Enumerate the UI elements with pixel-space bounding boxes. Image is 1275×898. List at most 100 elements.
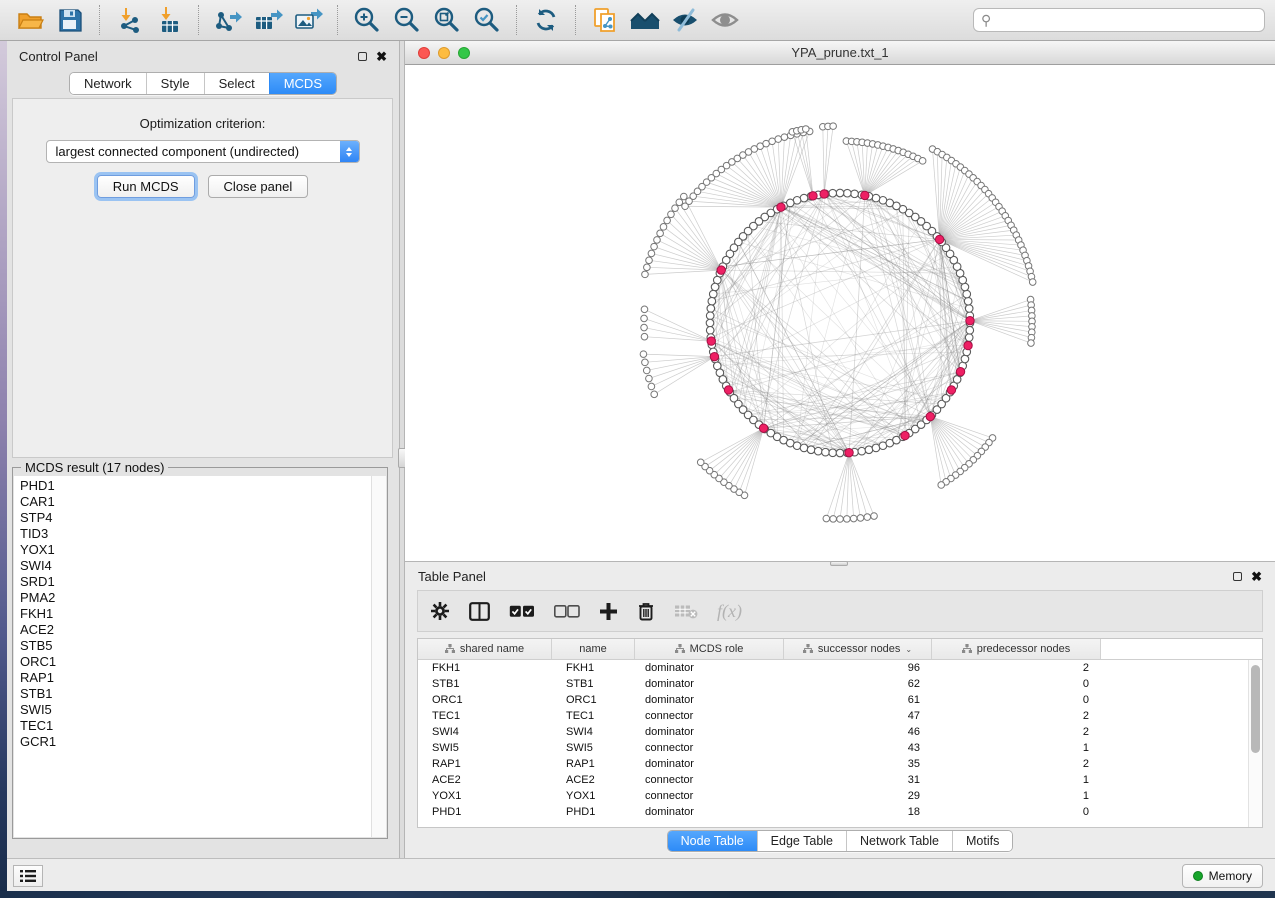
delete-column-icon[interactable] [637,601,655,621]
export-table-icon[interactable] [248,3,288,37]
column-header-MCDS-role[interactable]: MCDS role [635,639,784,659]
copy-share-network-icon[interactable] [585,3,625,37]
optimization-criterion-label: Optimization criterion: [13,116,392,131]
table-row[interactable]: RAP1RAP1dominator352 [418,756,1262,772]
select-all-checkboxes-icon[interactable] [509,605,535,618]
table-cell: 1 [932,772,1101,788]
zoom-out-icon[interactable] [387,3,427,37]
add-column-icon[interactable] [599,602,618,621]
tab-mcds[interactable]: MCDS [269,73,336,94]
mcds-node-item[interactable]: RAP1 [20,670,371,686]
status-bar: Memory [7,858,1275,891]
table-panel: Table Panel ✖ f(x) shared namenameMCD [405,561,1275,858]
close-table-panel-icon[interactable]: ✖ [1251,570,1262,583]
search-input[interactable] [973,8,1265,32]
column-header-successor-nodes[interactable]: successor nodes⌄ [784,639,932,659]
tab-network[interactable]: Network [70,73,146,94]
mcds-node-item[interactable]: SWI5 [20,702,371,718]
table-cell: SWI4 [552,724,635,740]
open-file-icon[interactable] [10,3,50,37]
mcds-node-item[interactable]: STB5 [20,638,371,654]
split-pane-icon[interactable] [469,602,490,621]
table-row[interactable]: PHD1PHD1dominator180 [418,804,1262,820]
show-panels-list-button[interactable] [13,865,43,887]
table-cell: 0 [932,676,1101,692]
mcds-tab-content: Optimization criterion: largest connecte… [12,98,393,458]
deselect-all-checkboxes-icon[interactable] [554,605,580,618]
table-cell: connector [635,740,784,756]
mcds-node-item[interactable]: PHD1 [20,478,371,494]
table-row[interactable]: ACE2ACE2connector311 [418,772,1262,788]
tab-select[interactable]: Select [204,73,269,94]
save-session-icon[interactable] [50,3,90,37]
mcds-node-item[interactable]: PMA2 [20,590,371,606]
mcds-node-item[interactable]: ACE2 [20,622,371,638]
column-header-shared-name[interactable]: shared name [418,639,552,659]
close-panel-icon[interactable]: ✖ [376,50,387,63]
shared-column-icon [803,644,813,654]
gear-icon[interactable] [430,601,450,621]
import-table-icon[interactable] [149,3,189,37]
table-cell: connector [635,708,784,724]
tab-style[interactable]: Style [146,73,204,94]
float-panel-icon[interactable] [358,52,367,61]
mcds-node-item[interactable]: ORC1 [20,654,371,670]
mcds-node-item[interactable]: STB1 [20,686,371,702]
toolbar-separator [575,5,576,35]
run-mcds-button[interactable]: Run MCDS [97,175,195,198]
table-row[interactable]: YOX1YOX1connector291 [418,788,1262,804]
table-cell: PHD1 [418,804,552,820]
first-neighbors-icon[interactable] [625,3,665,37]
scrollbar-thumb[interactable] [1251,665,1260,753]
table-cell: 46 [784,724,932,740]
mcds-node-item[interactable]: GCR1 [20,734,371,750]
table-vertical-scrollbar[interactable] [1248,660,1262,827]
mcds-node-item[interactable]: CAR1 [20,494,371,510]
table-panel-splitter-grip[interactable] [830,561,848,566]
refresh-style-icon[interactable] [526,3,566,37]
memory-button[interactable]: Memory [1182,864,1263,888]
table-cell: RAP1 [552,756,635,772]
table-cell: 96 [784,660,932,676]
table-row[interactable]: FKH1FKH1dominator962 [418,660,1262,676]
table-row[interactable]: TEC1TEC1connector472 [418,708,1262,724]
tab-node-table[interactable]: Node Table [668,831,757,851]
export-image-icon[interactable] [288,3,328,37]
zoom-fit-icon[interactable] [427,3,467,37]
network-graph-canvas[interactable] [405,65,1275,560]
mcds-node-item[interactable]: STP4 [20,510,371,526]
tab-edge-table[interactable]: Edge Table [757,831,846,851]
mcds-node-item[interactable]: TID3 [20,526,371,542]
column-header-name[interactable]: name [552,639,635,659]
list-icon [20,870,36,882]
tab-motifs[interactable]: Motifs [952,831,1012,851]
zoom-in-icon[interactable] [347,3,387,37]
hide-selected-icon[interactable] [665,3,705,37]
mcds-result-list[interactable]: PHD1CAR1STP4TID3YOX1SWI4SRD1PMA2FKH1ACE2… [14,476,371,837]
zoom-selected-icon[interactable] [467,3,507,37]
column-header-predecessor-nodes[interactable]: predecessor nodes [932,639,1101,659]
table-row[interactable]: SWI5SWI5connector431 [418,740,1262,756]
table-cell: 43 [784,740,932,756]
mcds-node-item[interactable]: SWI4 [20,558,371,574]
mcds-node-item[interactable]: YOX1 [20,542,371,558]
tab-network-table[interactable]: Network Table [846,831,952,851]
table-cell: 35 [784,756,932,772]
table-row[interactable]: SWI4SWI4dominator462 [418,724,1262,740]
mcds-node-item[interactable]: TEC1 [20,718,371,734]
table-row[interactable]: ORC1ORC1dominator610 [418,692,1262,708]
table-cell: 18 [784,804,932,820]
criterion-select[interactable]: largest connected component (undirected) [46,140,360,163]
mcds-list-scrollbar[interactable] [371,476,386,837]
float-table-panel-icon[interactable] [1233,572,1242,581]
show-all-icon[interactable] [705,3,745,37]
table-cell: dominator [635,804,784,820]
table-row[interactable]: STB1STB1dominator620 [418,676,1262,692]
mcds-node-item[interactable]: SRD1 [20,574,371,590]
mcds-node-item[interactable]: FKH1 [20,606,371,622]
table-header-row: shared namenameMCDS rolesuccessor nodes⌄… [418,639,1262,660]
import-network-icon[interactable] [109,3,149,37]
export-network-icon[interactable] [208,3,248,37]
table-cell: FKH1 [418,660,552,676]
close-panel-button[interactable]: Close panel [208,175,309,198]
